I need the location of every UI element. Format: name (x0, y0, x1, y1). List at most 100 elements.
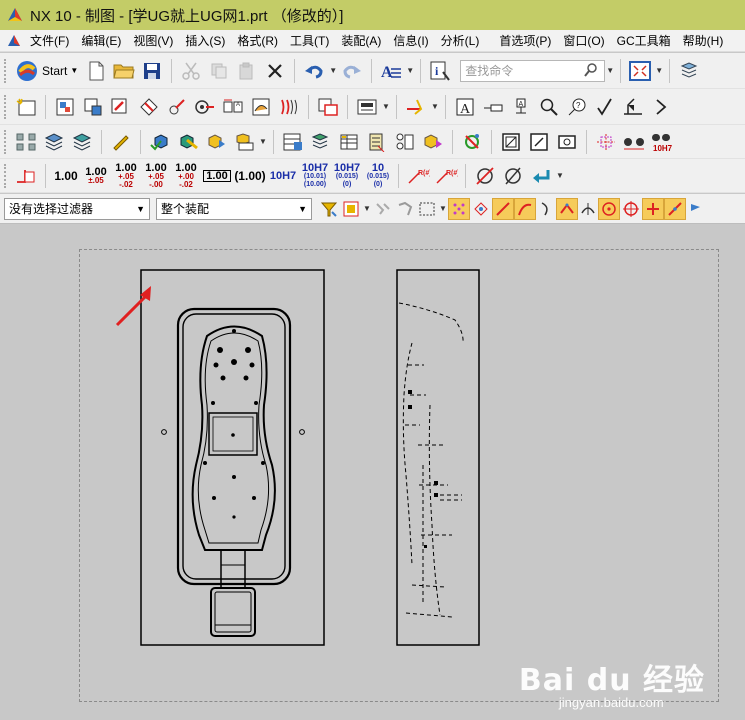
component-edit-button[interactable] (174, 128, 202, 156)
snap-point-toggle[interactable] (448, 197, 470, 220)
selection-scope-select[interactable]: 整个装配 ▼ (156, 197, 312, 220)
snap-midpoint-toggle[interactable] (514, 197, 536, 220)
search-dropdown-icon[interactable]: ▼ (605, 57, 615, 85)
base-view-button[interactable] (51, 93, 79, 121)
snap-more-toggle[interactable] (686, 195, 704, 223)
drawing-canvas[interactable]: Bai du 经验 jingyan.baidu.com (0, 225, 745, 720)
snap-quadrant-toggle[interactable] (620, 195, 642, 223)
title-block-button[interactable] (525, 128, 553, 156)
text-style-dropdown-icon[interactable]: ▼ (405, 57, 415, 85)
sketch-button[interactable] (458, 128, 486, 156)
assembly-navigator-button[interactable] (12, 128, 40, 156)
basic-dimension-button[interactable]: 1.00 (201, 162, 233, 190)
update-view-button[interactable] (314, 93, 342, 121)
edit-label-button[interactable] (107, 128, 135, 156)
snap-control-point-toggle[interactable] (536, 195, 556, 223)
component-dropdown-icon[interactable]: ▼ (258, 128, 268, 156)
weld-symbol-button[interactable] (619, 93, 647, 121)
toolbar-grip[interactable] (4, 58, 8, 83)
information-button[interactable]: i (426, 57, 454, 85)
parts-list-button[interactable] (279, 128, 307, 156)
precision-bilateral-button[interactable]: 1.00 ±.05 (81, 162, 111, 190)
layers-button[interactable] (40, 128, 68, 156)
open-button[interactable] (110, 57, 138, 85)
select-all-button[interactable] (340, 195, 362, 223)
surface-finish-button[interactable] (591, 93, 619, 121)
snap-enable-toggle[interactable] (470, 195, 492, 223)
snap-intersection-toggle[interactable] (556, 197, 578, 220)
datum-feature-button[interactable] (402, 93, 430, 121)
toolbar-grip[interactable] (4, 129, 8, 154)
snap-existing-point-toggle[interactable] (642, 197, 664, 220)
redo-button[interactable] (338, 57, 366, 85)
component-table-button[interactable] (230, 128, 258, 156)
view-boundary-button[interactable] (353, 93, 381, 121)
text-style-button[interactable]: A (377, 57, 405, 85)
broken-view-button[interactable]: A (219, 93, 247, 121)
half-section-button[interactable] (163, 93, 191, 121)
fit-view-button[interactable] (626, 57, 654, 85)
rectangle-select-dropdown-icon[interactable]: ▼ (438, 195, 448, 223)
menu-view[interactable]: 视图(V) (127, 32, 179, 49)
revolved-section-button[interactable] (191, 93, 219, 121)
balloon-button[interactable] (391, 128, 419, 156)
menu-help[interactable]: 帮助(H) (677, 32, 730, 49)
drawing-views[interactable] (0, 225, 745, 720)
component-color-button[interactable] (202, 128, 230, 156)
table-button[interactable] (307, 128, 335, 156)
rectangle-select-button[interactable] (416, 195, 438, 223)
menu-format[interactable]: 格式(R) (231, 32, 284, 49)
note-button[interactable]: A (451, 93, 479, 121)
snap-on-curve-toggle[interactable] (664, 197, 686, 220)
search-icon[interactable] (584, 62, 598, 80)
more-tools-button[interactable] (647, 93, 675, 121)
menu-assembly[interactable]: 装配(A) (335, 32, 387, 49)
select-dropdown-icon[interactable]: ▼ (362, 195, 372, 223)
precision-nominal-button[interactable]: 1.00 (51, 162, 81, 190)
feature-control-frame-button[interactable] (479, 93, 507, 121)
start-button[interactable]: Start ▼ (12, 57, 82, 85)
center-mark-button[interactable] (592, 128, 620, 156)
radius-dimension-button[interactable]: R(#) (404, 162, 432, 190)
save-button[interactable] (138, 57, 166, 85)
snap-arc-center-toggle[interactable] (578, 195, 598, 223)
cut-button[interactable] (177, 57, 205, 85)
section-view-button[interactable] (135, 93, 163, 121)
snap-endpoint-toggle[interactable] (492, 197, 514, 220)
tabular-note-button[interactable] (363, 128, 391, 156)
menu-file[interactable]: 文件(F) (24, 32, 75, 49)
auto-balloon-button[interactable] (419, 128, 447, 156)
select-feature-button[interactable] (372, 195, 394, 223)
new-button[interactable] (82, 57, 110, 85)
paste-button[interactable] (233, 57, 261, 85)
menu-edit[interactable]: 编辑(E) (75, 32, 127, 49)
view-boundary-dropdown-icon[interactable]: ▼ (381, 93, 391, 121)
menu-insert[interactable]: 插入(S) (179, 32, 231, 49)
fit-limit-button[interactable]: 10H7 (10.01) (10.00) (299, 162, 331, 190)
magnify-button[interactable] (535, 93, 563, 121)
projected-view-button[interactable] (79, 93, 107, 121)
leader-dropdown-icon[interactable]: ▼ (555, 162, 565, 190)
new-sheet-button[interactable] (12, 93, 40, 121)
precision-unilateral-plus-button[interactable]: 1.00 +.05 -.00 (141, 162, 171, 190)
copy-button[interactable] (205, 57, 233, 85)
undo-dropdown-icon[interactable]: ▼ (328, 57, 338, 85)
diameter-dimension-button[interactable] (471, 162, 499, 190)
snap-circle-center-toggle[interactable] (598, 197, 620, 220)
hole-table-button[interactable] (335, 128, 363, 156)
detail-view-button[interactable] (107, 93, 135, 121)
deselect-button[interactable] (394, 195, 416, 223)
undo-button[interactable] (300, 57, 328, 85)
menu-preferences[interactable]: 首选项(P) (493, 32, 557, 49)
fit-tolerance-button[interactable]: 10H7 (267, 162, 299, 190)
fit-view-dropdown-icon[interactable]: ▼ (654, 57, 664, 85)
datum-target-button[interactable]: A (507, 93, 535, 121)
menu-window[interactable]: 窗口(O) (557, 32, 610, 49)
menu-analysis[interactable]: 分析(L) (435, 32, 486, 49)
break-out-section-button[interactable] (247, 93, 275, 121)
reference-dimension-button[interactable]: (1.00) (233, 162, 267, 190)
general-select-button[interactable] (318, 195, 340, 223)
menu-tools[interactable]: 工具(T) (284, 32, 335, 49)
dimension-style-button[interactable] (12, 162, 40, 190)
precision-limit-button[interactable]: 1.00 +.05 -.02 (111, 162, 141, 190)
